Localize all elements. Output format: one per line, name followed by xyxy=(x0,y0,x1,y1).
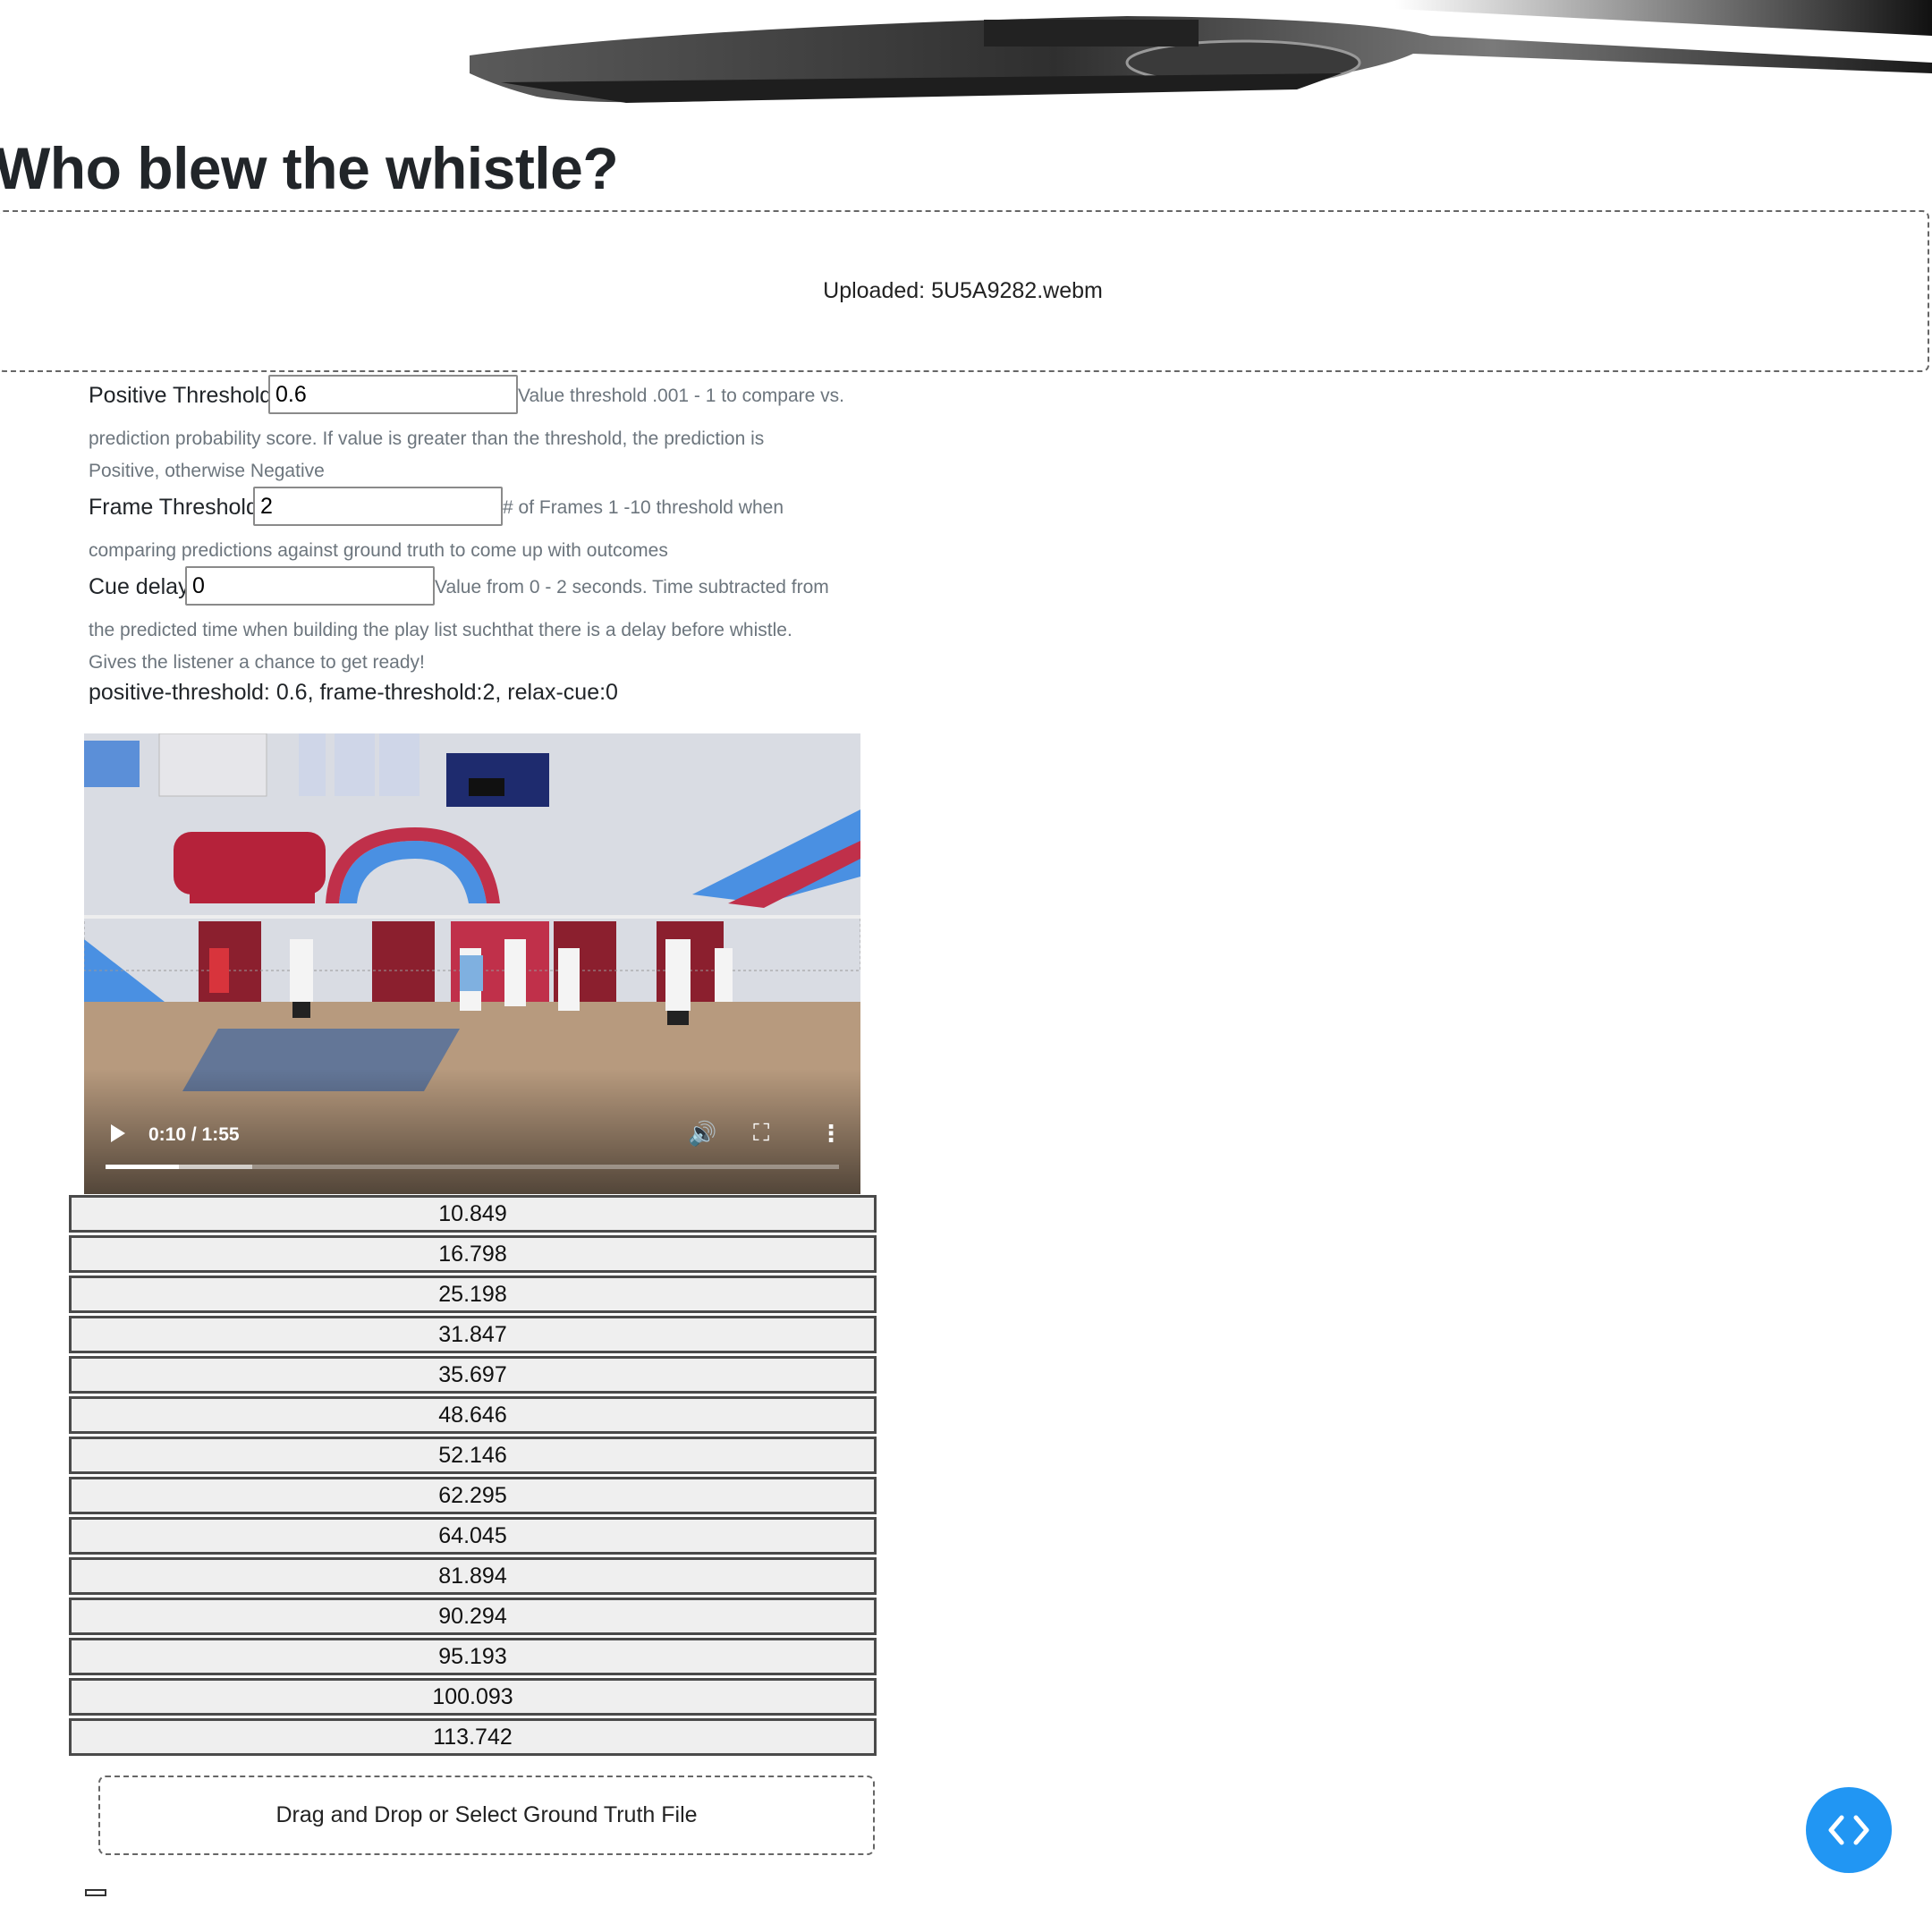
positive-threshold-help-3: Positive, otherwise Negative xyxy=(89,461,325,481)
cue-delay-help-2: the predicted time when building the pla… xyxy=(89,620,792,640)
predicted-times-list: 10.849 16.798 25.198 31.847 35.697 48.646 52.1… xyxy=(69,1195,877,1759)
ground-truth-label: Drag and Drop or Select Ground Truth Fil… xyxy=(275,1802,698,1827)
time-button[interactable]: 95.193 xyxy=(69,1638,877,1675)
code-icon xyxy=(1828,1815,1869,1845)
cue-delay-help-3: Gives the listener a chance to get ready… xyxy=(89,652,425,673)
time-button[interactable]: 62.295 xyxy=(69,1477,877,1514)
time-button[interactable]: 31.847 xyxy=(69,1316,877,1353)
frame-threshold-help-2: comparing predictions against ground tru… xyxy=(89,540,668,561)
time-button[interactable]: 48.646 xyxy=(69,1396,877,1434)
time-button[interactable]: 25.198 xyxy=(69,1276,877,1313)
video-played xyxy=(106,1165,179,1169)
video-time: 0:10 / 1:55 xyxy=(148,1124,240,1145)
ground-truth-dropzone[interactable]: Drag and Drop or Select Ground Truth Fil… xyxy=(98,1776,875,1855)
time-button[interactable]: 52.146 xyxy=(69,1437,877,1474)
positive-threshold-help-1: Value threshold .001 - 1 to compare vs. xyxy=(518,386,844,406)
time-button[interactable]: 10.849 xyxy=(69,1195,877,1233)
page-title: Who blew the whistle? xyxy=(0,135,619,201)
time-button[interactable]: 35.697 xyxy=(69,1356,877,1394)
upload-status: Uploaded: 5U5A9282.webm xyxy=(823,278,1103,303)
video-upload-dropzone[interactable]: Uploaded: 5U5A9282.webm xyxy=(0,210,1929,372)
fullscreen-icon[interactable]: ⛶ xyxy=(753,1119,769,1148)
more-options-icon[interactable]: ⋮ xyxy=(819,1120,843,1148)
time-button[interactable]: 81.894 xyxy=(69,1557,877,1595)
time-button[interactable]: 16.798 xyxy=(69,1235,877,1273)
cue-delay-input[interactable] xyxy=(185,566,435,606)
play-icon[interactable] xyxy=(111,1124,125,1142)
video-player[interactable]: 0:10 / 1:55 🔊 ⛶ ⋮ xyxy=(84,733,860,1194)
settings-summary: positive-threshold: 0.6, frame-threshold… xyxy=(89,680,618,705)
positive-threshold-label: Positive Threshold xyxy=(89,383,273,408)
frame-threshold-help-1: # of Frames 1 -10 threshold when xyxy=(503,497,784,518)
frame-threshold-label: Frame Threshold xyxy=(89,495,258,520)
time-button[interactable]: 100.093 xyxy=(69,1678,877,1716)
video-controls: 0:10 / 1:55 🔊 ⛶ ⋮ xyxy=(84,1069,860,1194)
frame-threshold-input[interactable] xyxy=(253,487,503,526)
positive-threshold-input[interactable] xyxy=(268,375,518,414)
code-toggle-button[interactable] xyxy=(1806,1787,1892,1873)
video-progress-bar[interactable] xyxy=(106,1165,839,1169)
cue-delay-help-1: Value from 0 - 2 seconds. Time subtracte… xyxy=(435,577,829,598)
banner-image xyxy=(470,0,1932,103)
cue-delay-label: Cue delay xyxy=(89,574,190,599)
time-button[interactable]: 90.294 xyxy=(69,1598,877,1635)
time-button[interactable]: 64.045 xyxy=(69,1517,877,1555)
volume-icon[interactable]: 🔊 xyxy=(688,1120,716,1148)
small-placeholder-box xyxy=(85,1889,106,1896)
positive-threshold-help-2: prediction probability score. If value i… xyxy=(89,428,765,449)
time-button[interactable]: 113.742 xyxy=(69,1718,877,1756)
